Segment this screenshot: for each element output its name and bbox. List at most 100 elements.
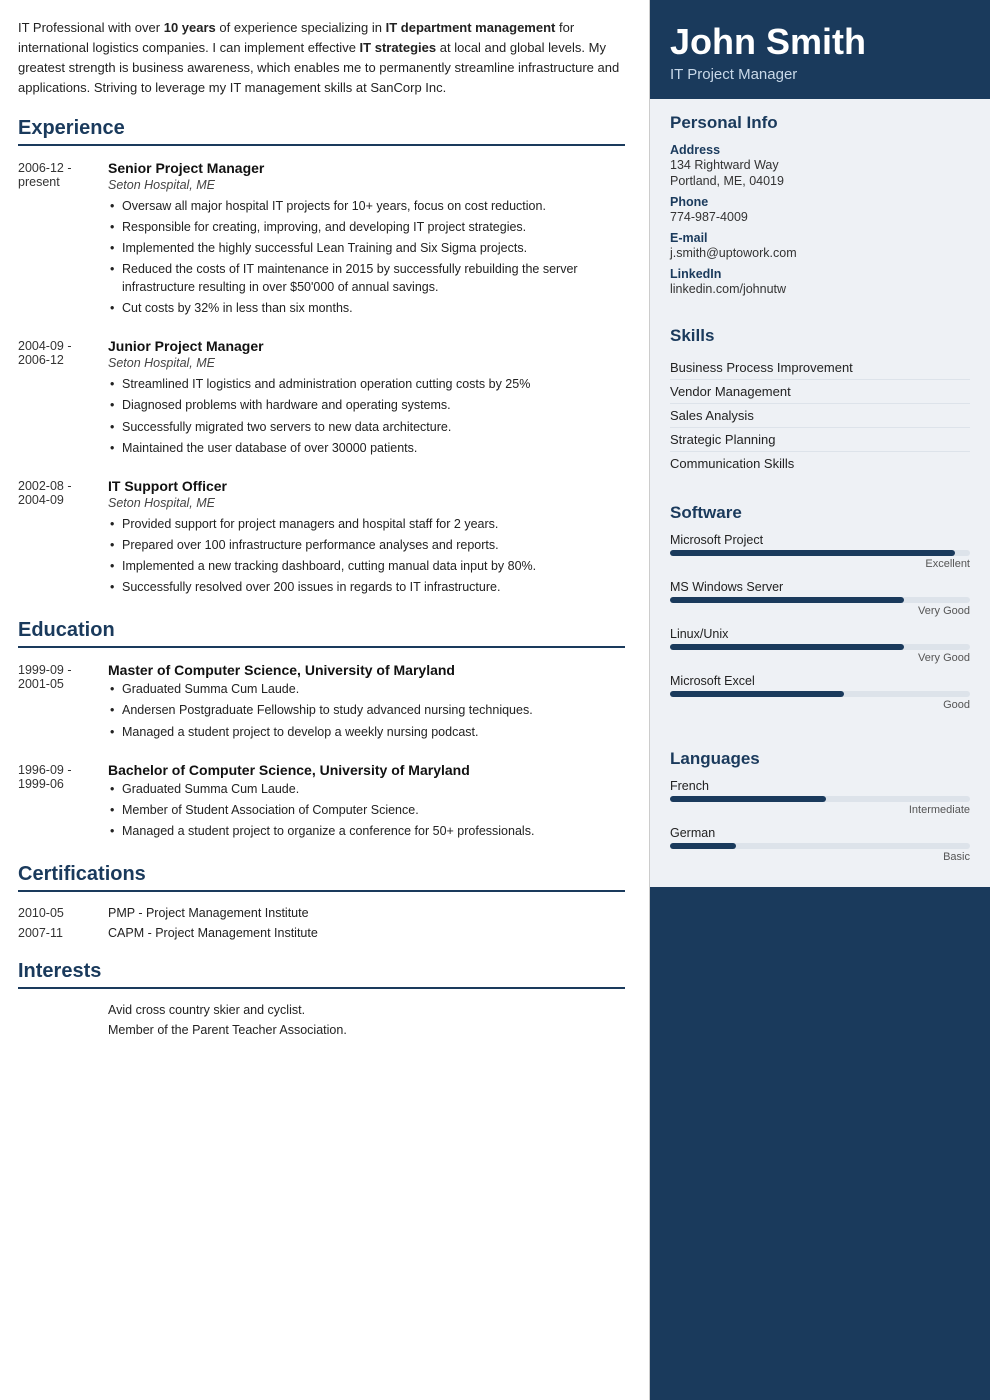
entry-subtitle: Seton Hospital, ME xyxy=(108,496,625,510)
education-title: Education xyxy=(18,619,625,648)
address-line2: Portland, ME, 04019 xyxy=(670,174,970,188)
summary-paragraph: IT Professional with over 10 years of ex… xyxy=(18,18,625,99)
bullet-item: Reduced the costs of IT maintenance in 2… xyxy=(108,260,625,296)
software-bar-track xyxy=(670,644,970,650)
skills-title: Skills xyxy=(670,326,970,346)
bullet-item: Oversaw all major hospital IT projects f… xyxy=(108,197,625,215)
cert-name: PMP - Project Management Institute xyxy=(108,906,309,920)
interest-entry: Avid cross country skier and cyclist. xyxy=(18,1003,625,1017)
entry-bullets: Provided support for project managers an… xyxy=(108,515,625,597)
entry-title: Master of Computer Science, University o… xyxy=(108,662,625,678)
interests-section: Interests Avid cross country skier and c… xyxy=(18,960,625,1037)
interest-entry: Member of the Parent Teacher Association… xyxy=(18,1023,625,1037)
left-column: IT Professional with over 10 years of ex… xyxy=(0,0,650,1400)
entry-date: 1996-09 -1999-06 xyxy=(18,762,108,843)
bullet-item: Member of Student Association of Compute… xyxy=(108,801,625,819)
language-name: German xyxy=(670,826,970,840)
address-line1: 134 Rightward Way xyxy=(670,158,970,172)
personal-info-title: Personal Info xyxy=(670,113,970,133)
profile-header: John Smith IT Project Manager xyxy=(650,0,990,99)
software-name: Microsoft Excel xyxy=(670,674,970,688)
cert-date: 2010-05 xyxy=(18,906,108,920)
software-bar-fill xyxy=(670,644,904,650)
bullet-item: Andersen Postgraduate Fellowship to stud… xyxy=(108,701,625,719)
entry-title: IT Support Officer xyxy=(108,478,625,494)
skill-item: Business Process Improvement xyxy=(670,356,970,380)
entry-body: Senior Project Manager Seton Hospital, M… xyxy=(108,160,625,321)
experience-entry: 2002-08 -2004-09 IT Support Officer Seto… xyxy=(18,478,625,600)
interest-text: Member of the Parent Teacher Association… xyxy=(108,1023,347,1037)
cert-entry: 2010-05 PMP - Project Management Institu… xyxy=(18,906,625,920)
languages-title: Languages xyxy=(670,749,970,769)
software-section: Software Microsoft Project Excellent MS … xyxy=(650,489,990,735)
bullet-item: Successfully migrated two servers to new… xyxy=(108,418,625,436)
entry-body: Master of Computer Science, University o… xyxy=(108,662,625,743)
language-item: French Intermediate xyxy=(670,779,970,816)
entry-bullets: Oversaw all major hospital IT projects f… xyxy=(108,197,625,318)
bullet-item: Managed a student project to organize a … xyxy=(108,822,625,840)
software-level-label: Excellent xyxy=(670,558,970,570)
education-entry: 1996-09 -1999-06 Bachelor of Computer Sc… xyxy=(18,762,625,843)
bullet-item: Prepared over 100 infrastructure perform… xyxy=(108,536,625,554)
entry-date: 2002-08 -2004-09 xyxy=(18,478,108,600)
certifications-title: Certifications xyxy=(18,863,625,892)
bullet-item: Graduated Summa Cum Laude. xyxy=(108,780,625,798)
linkedin-value: linkedin.com/johnutw xyxy=(670,282,970,296)
skill-item: Communication Skills xyxy=(670,452,970,475)
software-name: Microsoft Project xyxy=(670,533,970,547)
experience-section: Experience 2006-12 -present Senior Proje… xyxy=(18,117,625,600)
software-item: Microsoft Excel Good xyxy=(670,674,970,711)
software-bar-fill xyxy=(670,691,844,697)
email-label: E-mail xyxy=(670,231,970,245)
language-name: French xyxy=(670,779,970,793)
language-bar-fill xyxy=(670,796,826,802)
phone-value: 774-987-4009 xyxy=(670,210,970,224)
entry-bullets: Graduated Summa Cum Laude.Andersen Postg… xyxy=(108,680,625,740)
software-level-label: Very Good xyxy=(670,652,970,664)
software-level-label: Very Good xyxy=(670,605,970,617)
phone-label: Phone xyxy=(670,195,970,209)
software-bar-track xyxy=(670,691,970,697)
bullet-item: Successfully resolved over 200 issues in… xyxy=(108,578,625,596)
profile-title: IT Project Manager xyxy=(670,66,970,83)
interests-title: Interests xyxy=(18,960,625,989)
language-bar-track xyxy=(670,843,970,849)
address-label: Address xyxy=(670,143,970,157)
bullet-item: Cut costs by 32% in less than six months… xyxy=(108,299,625,317)
bullet-item: Implemented a new tracking dashboard, cu… xyxy=(108,557,625,575)
entry-title: Senior Project Manager xyxy=(108,160,625,176)
entry-title: Bachelor of Computer Science, University… xyxy=(108,762,625,778)
bullet-item: Implemented the highly successful Lean T… xyxy=(108,239,625,257)
right-column: John Smith IT Project Manager Personal I… xyxy=(650,0,990,1400)
entry-title: Junior Project Manager xyxy=(108,338,625,354)
software-item: Microsoft Project Excellent xyxy=(670,533,970,570)
bullet-item: Streamlined IT logistics and administrat… xyxy=(108,375,625,393)
certifications-section: Certifications 2010-05 PMP - Project Man… xyxy=(18,863,625,940)
software-item: Linux/Unix Very Good xyxy=(670,627,970,664)
entry-subtitle: Seton Hospital, ME xyxy=(108,356,625,370)
language-level-label: Intermediate xyxy=(670,804,970,816)
software-name: Linux/Unix xyxy=(670,627,970,641)
software-bar-fill xyxy=(670,550,955,556)
language-bar-track xyxy=(670,796,970,802)
skills-section: Skills Business Process ImprovementVendo… xyxy=(650,312,990,489)
experience-title: Experience xyxy=(18,117,625,146)
linkedin-label: LinkedIn xyxy=(670,267,970,281)
email-value: j.smith@uptowork.com xyxy=(670,246,970,260)
bullet-item: Responsible for creating, improving, and… xyxy=(108,218,625,236)
bullet-item: Provided support for project managers an… xyxy=(108,515,625,533)
entry-date: 2006-12 -present xyxy=(18,160,108,321)
software-level-label: Good xyxy=(670,699,970,711)
experience-entry: 2006-12 -present Senior Project Manager … xyxy=(18,160,625,321)
language-bar-fill xyxy=(670,843,736,849)
skill-item: Strategic Planning xyxy=(670,428,970,452)
software-name: MS Windows Server xyxy=(670,580,970,594)
bullet-item: Diagnosed problems with hardware and ope… xyxy=(108,396,625,414)
software-item: MS Windows Server Very Good xyxy=(670,580,970,617)
personal-info-section: Personal Info Address 134 Rightward Way … xyxy=(650,99,990,312)
education-section: Education 1999-09 -2001-05 Master of Com… xyxy=(18,619,625,843)
software-bar-fill xyxy=(670,597,904,603)
entry-bullets: Graduated Summa Cum Laude. Member of Stud… xyxy=(108,780,625,840)
cert-name: CAPM - Project Management Institute xyxy=(108,926,318,940)
bullet-item: Managed a student project to develop a w… xyxy=(108,723,625,741)
